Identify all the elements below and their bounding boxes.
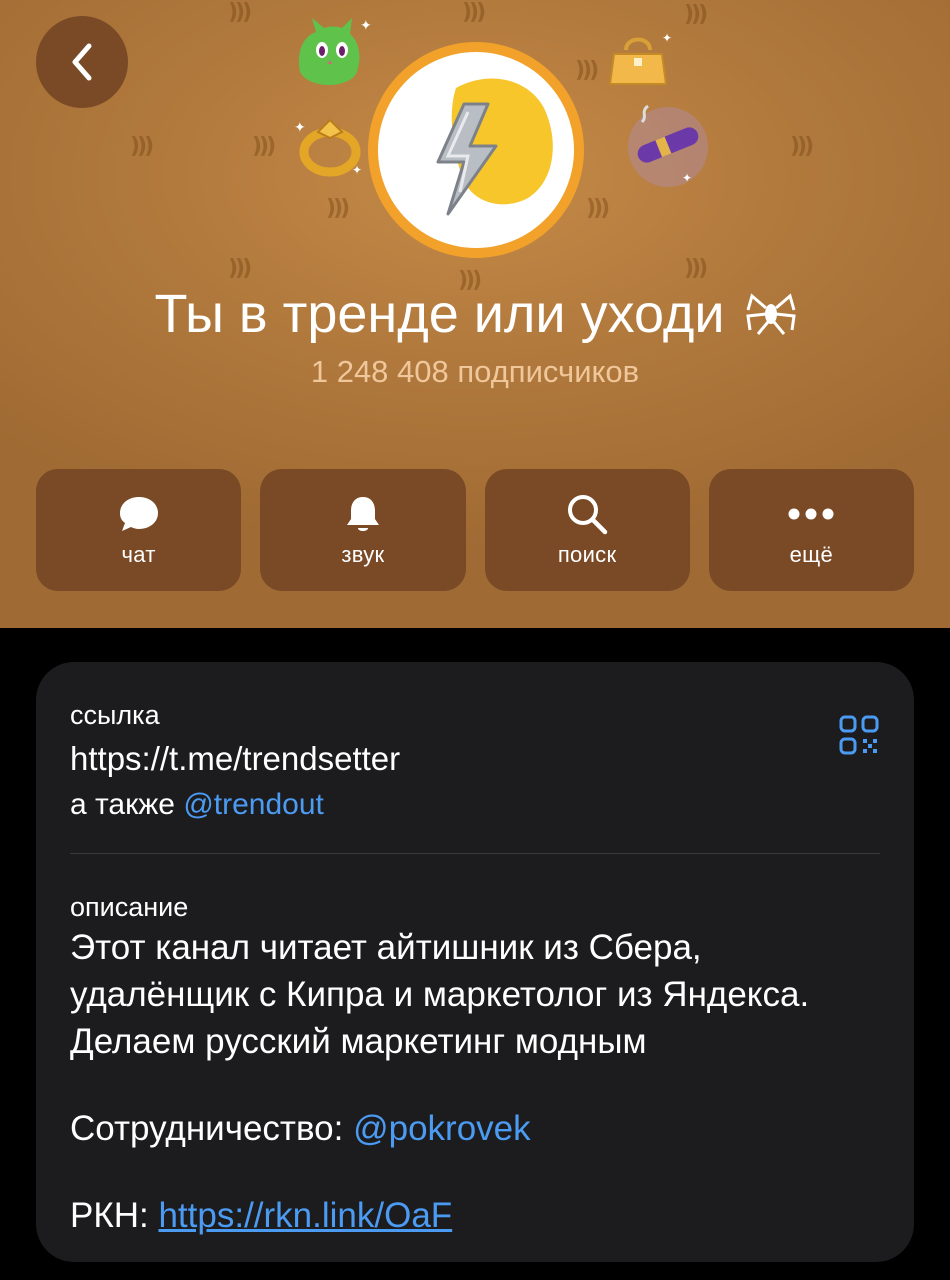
- wave-decoration: ))): [228, 256, 252, 281]
- back-button[interactable]: [36, 16, 128, 108]
- avatar-image: [378, 52, 574, 248]
- cigar-sticker-icon: ✦: [628, 104, 708, 187]
- description-line: удалёнщик с Кипра и маркетолог из Яндекс…: [70, 975, 810, 1014]
- handbag-sticker-icon: ✦: [608, 31, 672, 85]
- wave-decoration: ))): [575, 58, 599, 83]
- green-cat-sticker-icon: ✦: [298, 17, 372, 85]
- wave-decoration: ))): [790, 134, 814, 159]
- cooperation-prefix: Сотрудничество:: [70, 1109, 344, 1148]
- chat-button[interactable]: чат: [36, 469, 242, 591]
- description-line-text: Делаем русский маркетинг модным: [70, 1022, 647, 1061]
- more-button[interactable]: ещё: [708, 469, 914, 591]
- link-label: ссылка: [70, 700, 160, 730]
- wave-decoration: ))): [684, 2, 708, 27]
- search-label: поиск: [557, 542, 617, 567]
- sound-label: звук: [341, 542, 385, 567]
- channel-info-card: ссылка https://t.me/trendsetter а также …: [36, 662, 914, 1262]
- more-dots-icon: [788, 508, 834, 520]
- wave-decoration: ))): [586, 196, 610, 221]
- more-label: ещё: [789, 542, 834, 567]
- subscriber-count: 1 248 408 подписчиков: [310, 354, 640, 389]
- russia-flag-icon: [649, 1028, 691, 1056]
- chat-bubble-icon: [119, 497, 158, 531]
- wave-decoration: ))): [684, 256, 708, 281]
- svg-text:✦: ✦: [352, 163, 362, 177]
- rkn-link[interactable]: https://rkn.link/OaF: [158, 1196, 452, 1235]
- svg-text:✦: ✦: [294, 119, 306, 135]
- channel-avatar[interactable]: [368, 42, 584, 258]
- bell-icon: [346, 497, 379, 531]
- rkn-prefix: РКН:: [70, 1196, 149, 1235]
- channel-title-text: Ты в тренде или уходи: [154, 284, 725, 344]
- gold-ring-sticker-icon: ✦✦: [294, 118, 362, 177]
- divider: [70, 853, 880, 854]
- description-text: Этот канал читает айтишник из Сбера, уда…: [70, 924, 890, 1239]
- description-label: описание: [70, 892, 189, 922]
- rkn-row: РКН: https://rkn.link/OaF: [70, 1192, 890, 1239]
- channel-title: Ты в тренде или уходи: [0, 282, 950, 346]
- action-bar: чат звук поиск ещё: [36, 469, 914, 591]
- wave-decoration: ))): [326, 196, 350, 221]
- cooperation-row: Сотрудничество: @pokrovek: [70, 1105, 890, 1152]
- profile-header: ))) ))) ))) ))) ))) ))) ))) ))) ))) ))) …: [0, 0, 950, 628]
- description-line: Делаем русский маркетинг модным: [70, 1018, 890, 1065]
- wave-decoration: ))): [228, 0, 252, 25]
- chevron-left-icon: [72, 43, 92, 81]
- search-icon: [568, 495, 608, 535]
- channel-link[interactable]: https://t.me/trendsetter: [70, 740, 400, 778]
- lightning-bolt-icon: [436, 78, 553, 216]
- wave-decoration: ))): [462, 0, 486, 25]
- wave-decoration: ))): [130, 134, 154, 159]
- svg-text:✦: ✦: [682, 171, 692, 185]
- also-handle-link[interactable]: @trendout: [183, 788, 324, 821]
- spider-emoji-icon: [745, 293, 796, 335]
- cooperation-handle-link[interactable]: @pokrovek: [353, 1109, 531, 1148]
- svg-text:✦: ✦: [360, 17, 372, 33]
- qr-code-icon[interactable]: [838, 714, 880, 756]
- also-prefix: а также: [70, 788, 175, 821]
- svg-text:✦: ✦: [662, 31, 672, 45]
- also-row: а также @trendout: [70, 788, 324, 822]
- chat-label: чат: [121, 542, 156, 567]
- description-line: Этот канал читает айтишник из Сбера,: [70, 928, 702, 967]
- wave-decoration: ))): [252, 134, 276, 159]
- sound-button[interactable]: звук: [260, 469, 466, 591]
- search-button[interactable]: поиск: [484, 469, 690, 591]
